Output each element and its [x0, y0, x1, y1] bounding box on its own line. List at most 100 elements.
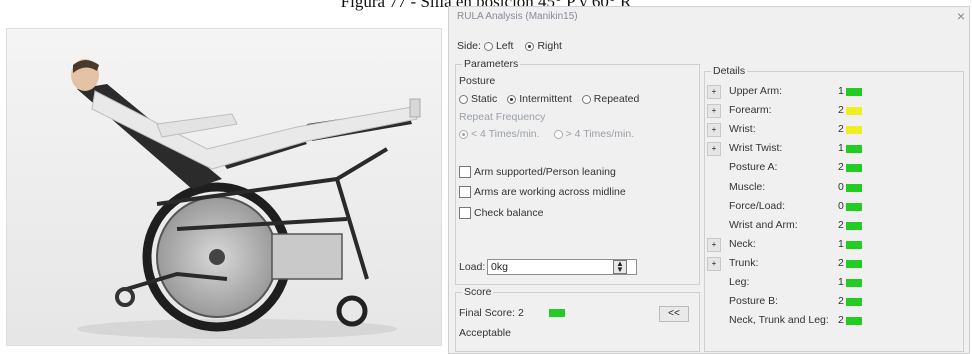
- score-group-label: Score: [462, 286, 494, 298]
- wheelchair-manikin-render: [71, 59, 421, 339]
- expand-icon[interactable]: +: [707, 142, 721, 157]
- posture-options: Static Intermittent Repeated: [459, 93, 639, 105]
- detail-score-value: 0: [838, 199, 844, 212]
- posture-intermittent-label: Intermittent: [519, 93, 572, 105]
- detail-score-value: 0: [838, 180, 844, 193]
- detail-score-swatch: [846, 259, 862, 268]
- detail-label: Wrist and Arm:: [729, 218, 798, 231]
- rear-wheel: [142, 182, 292, 332]
- detail-score-swatch: [846, 298, 862, 307]
- detail-score-value: 2: [838, 295, 844, 308]
- details-group-label: Details: [711, 65, 748, 77]
- manikin: [71, 59, 421, 170]
- side-right-label: Right: [537, 40, 562, 52]
- posture-static-radio[interactable]: [459, 94, 468, 104]
- posture-repeated-label: Repeated: [593, 93, 640, 105]
- midline-label: Arms are working across midline: [474, 186, 626, 198]
- detail-score-swatch: [846, 164, 862, 173]
- detail-row[interactable]: + Neck: 1: [707, 237, 959, 253]
- detail-score-value: 2: [838, 161, 844, 174]
- expand-icon[interactable]: +: [707, 104, 721, 119]
- detail-row: Wrist and Arm: 2: [707, 218, 959, 234]
- detail-row: Neck, Trunk and Leg: 2: [707, 313, 959, 329]
- 3d-viewport[interactable]: [6, 28, 442, 346]
- freq-below-4-radio[interactable]: [459, 129, 468, 139]
- detail-score-value: 2: [838, 104, 844, 117]
- detail-label: Trunk:: [729, 256, 759, 269]
- expand-icon[interactable]: +: [707, 123, 721, 138]
- detail-score-value: 2: [838, 256, 844, 269]
- detail-label: Posture A:: [729, 161, 778, 174]
- detail-score-swatch: [846, 317, 862, 326]
- balance-checkbox[interactable]: [459, 207, 471, 219]
- score-result-text: Acceptable: [459, 327, 511, 339]
- detail-label: Wrist:: [729, 123, 756, 136]
- midline-checkbox-row[interactable]: Arms are working across midline: [459, 186, 626, 198]
- detail-score-swatch: [846, 88, 862, 96]
- detail-row: Muscle: 0: [707, 180, 959, 196]
- detail-label: Neck, Trunk and Leg:: [729, 314, 829, 327]
- freq-above-4-radio[interactable]: [553, 129, 563, 139]
- side-right-radio[interactable]: [525, 41, 535, 51]
- detail-label: Posture B:: [729, 295, 779, 308]
- detail-row[interactable]: + Upper Arm: 1: [707, 84, 959, 100]
- arm-supported-label: Arm supported/Person leaning: [474, 166, 616, 178]
- repeat-frequency-label: Repeat Frequency: [459, 111, 546, 123]
- side-left-label: Left: [495, 40, 514, 52]
- detail-label: Wrist Twist:: [729, 142, 783, 155]
- score-group: Score: [455, 286, 700, 352]
- detail-score-value: 1: [838, 142, 844, 155]
- midline-checkbox[interactable]: [459, 186, 471, 198]
- detail-score-value: 1: [838, 237, 844, 250]
- detail-row: Leg: 1: [707, 275, 959, 291]
- detail-score-swatch: [846, 279, 862, 287]
- expand-icon[interactable]: +: [707, 237, 721, 252]
- posture-repeated-radio[interactable]: [581, 94, 591, 104]
- detail-score-value: 2: [838, 123, 844, 136]
- detail-label: Forearm:: [729, 104, 772, 117]
- posture-static-label: Static: [471, 93, 498, 105]
- frequency-options: < 4 Times/min. > 4 Times/min.: [459, 128, 634, 140]
- detail-score-swatch: [846, 240, 862, 249]
- rula-analysis-dialog: RULA Analysis (Manikin15) × Side: Left R…: [448, 6, 970, 354]
- storage-basket: [271, 233, 343, 280]
- detail-score-value: 1: [838, 85, 844, 97]
- detail-score-swatch: [846, 107, 862, 116]
- detail-row: Posture A: 2: [707, 160, 959, 176]
- collapse-details-button[interactable]: <<: [659, 306, 689, 322]
- detail-score-swatch: [846, 202, 862, 211]
- detail-row[interactable]: + Forearm: 2: [707, 103, 959, 119]
- posture-intermittent-radio[interactable]: [507, 94, 517, 104]
- detail-label: Muscle:: [729, 180, 766, 193]
- anti-tip-wheel: [115, 287, 135, 307]
- detail-label: Leg:: [729, 276, 750, 288]
- dialog-title: RULA Analysis (Manikin15): [457, 11, 578, 22]
- detail-score-swatch: [846, 183, 862, 192]
- balance-checkbox-row[interactable]: Check balance: [459, 207, 543, 219]
- posture-label: Posture: [459, 75, 496, 87]
- detail-label: Neck:: [729, 237, 756, 250]
- expand-icon[interactable]: +: [707, 256, 721, 271]
- detail-score-value: 2: [838, 218, 844, 231]
- detail-row[interactable]: + Trunk: 2: [707, 256, 959, 272]
- detail-score-value: 2: [838, 314, 844, 327]
- expand-icon[interactable]: +: [707, 85, 721, 99]
- detail-score-swatch: [846, 126, 862, 135]
- detail-score-swatch: [846, 145, 862, 154]
- freq-above-4-label: > 4 Times/min.: [565, 128, 635, 140]
- close-icon[interactable]: ×: [957, 8, 965, 24]
- arm-supported-checkbox-row[interactable]: Arm supported/Person leaning: [459, 166, 616, 178]
- detail-label: Force/Load:: [729, 199, 786, 212]
- final-score-swatch: [549, 309, 565, 317]
- detail-row[interactable]: + Wrist: 2: [707, 122, 959, 138]
- arm-supported-checkbox[interactable]: [459, 166, 471, 178]
- side-left-radio[interactable]: [483, 41, 493, 51]
- load-spinner[interactable]: ▲ ▼: [613, 260, 627, 274]
- detail-row: Posture B: 2: [707, 294, 959, 310]
- detail-row[interactable]: + Wrist Twist: 1: [707, 141, 959, 157]
- load-label: Load:: [459, 261, 486, 273]
- final-score-label: Final Score: 2: [459, 307, 524, 319]
- balance-label: Check balance: [474, 207, 544, 219]
- side-selector: Side: Left Right: [457, 40, 562, 52]
- freq-below-4-label: < 4 Times/min.: [471, 128, 540, 140]
